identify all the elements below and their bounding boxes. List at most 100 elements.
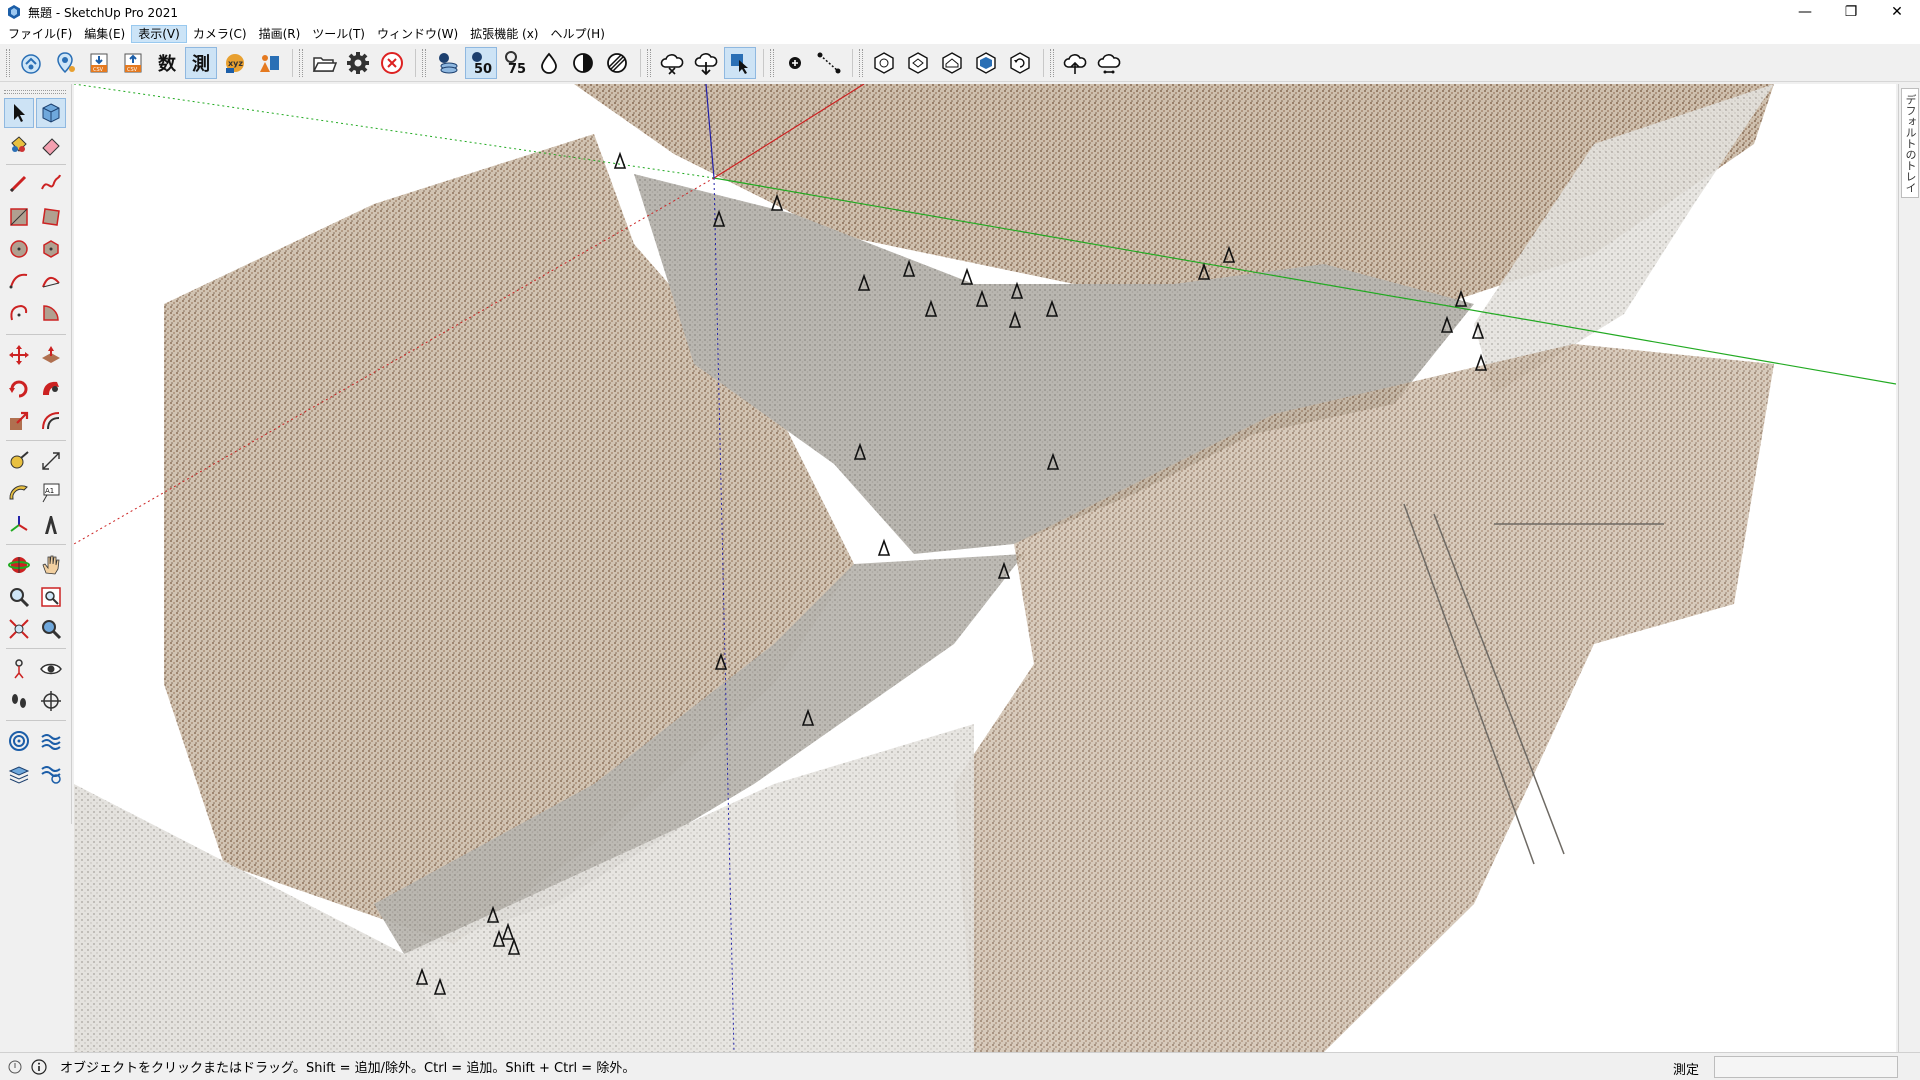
csv-export-icon[interactable]: CSV (117, 47, 149, 79)
cloud-select-icon[interactable] (724, 46, 756, 79)
status-bar: オブジェクトをクリックまたはドラッグ。Shift = 追加/除外。Ctrl = … (0, 1052, 1920, 1080)
toolbar-grip[interactable] (1050, 48, 1054, 77)
select-arrow-icon[interactable] (4, 98, 34, 128)
offset-icon[interactable] (36, 406, 66, 436)
push-pull-icon[interactable] (36, 340, 66, 370)
three-point-arc-icon[interactable] (4, 298, 34, 328)
previous-view-icon[interactable] (36, 614, 66, 644)
default-tray-tab[interactable]: デフォルトのトレイ (1901, 88, 1919, 198)
palette-grip[interactable] (4, 90, 66, 94)
zoom-icon[interactable] (4, 582, 34, 612)
toolbar-grip[interactable] (422, 48, 426, 77)
view-rotate-icon[interactable] (1004, 47, 1036, 79)
zoom-window-icon[interactable] (36, 582, 66, 612)
axes-icon[interactable] (4, 510, 34, 540)
rotate-icon[interactable] (4, 374, 34, 404)
half-circle-icon[interactable] (567, 47, 599, 79)
tape-measure-icon[interactable] (4, 446, 34, 476)
cloud-download-icon[interactable] (690, 47, 722, 79)
two-point-arc-icon[interactable] (36, 266, 66, 296)
open-folder-icon[interactable] (308, 47, 340, 79)
toolbar-separator (640, 48, 641, 77)
csv-import-icon[interactable]: CSV (83, 47, 115, 79)
menu-camera[interactable]: カメラ(C) (187, 25, 253, 43)
drop-icon[interactable] (533, 47, 565, 79)
paint-bucket-icon[interactable] (4, 130, 34, 160)
position-camera-icon[interactable] (4, 654, 34, 684)
cancel-circle-icon[interactable] (376, 47, 408, 79)
toolbar-separator (852, 48, 853, 77)
pie-icon[interactable] (36, 298, 66, 328)
close-button[interactable]: ✕ (1874, 0, 1920, 24)
person-chart-icon[interactable] (253, 47, 285, 79)
freehand-icon[interactable] (36, 168, 66, 198)
view-iso-2-icon[interactable] (902, 47, 934, 79)
hatched-circle-icon[interactable] (601, 47, 633, 79)
sandbox-from-scratch-icon[interactable] (36, 726, 66, 756)
point-cloud-scene[interactable] (74, 84, 1896, 1052)
dimension-icon[interactable] (36, 446, 66, 476)
restore-button[interactable]: ❐ (1828, 0, 1874, 24)
menu-window[interactable]: ウィンドウ(W) (371, 25, 464, 43)
menu-file[interactable]: ファイル(F) (2, 25, 78, 43)
make-component-icon[interactable] (36, 98, 66, 128)
xyz-icon[interactable]: xyz (219, 47, 251, 79)
rotated-rectangle-icon[interactable] (36, 202, 66, 232)
georeference-icon[interactable] (6, 1058, 24, 1076)
eraser-icon[interactable] (36, 130, 66, 160)
cloud-sync-icon[interactable] (1093, 47, 1125, 79)
density-75-icon[interactable]: 75 (499, 47, 531, 79)
cloud-cut-icon[interactable] (656, 47, 688, 79)
toolbar-grip[interactable] (6, 48, 10, 77)
zoom-extents-icon[interactable] (4, 614, 34, 644)
toolbar-grip[interactable] (859, 48, 863, 77)
model-viewport[interactable] (74, 84, 1896, 1052)
view-front-icon[interactable] (970, 47, 1002, 79)
look-around-icon[interactable] (36, 654, 66, 684)
text-label-icon[interactable]: A1 (36, 478, 66, 508)
cloud-upload-icon[interactable] (1059, 47, 1091, 79)
measure-icon[interactable]: 測 (185, 46, 217, 79)
menu-edit[interactable]: 編集(E) (78, 25, 131, 43)
move-icon[interactable] (4, 340, 34, 370)
protractor-icon[interactable] (4, 478, 34, 508)
line-points-icon[interactable] (813, 47, 845, 79)
pan-hand-icon[interactable] (36, 550, 66, 580)
polygon-icon[interactable] (36, 234, 66, 264)
menu-extensions[interactable]: 拡張機能 (x) (464, 25, 544, 43)
walk-icon[interactable] (4, 686, 34, 716)
menu-draw[interactable]: 描画(R) (253, 25, 307, 43)
view-top-icon[interactable] (936, 47, 968, 79)
sandbox-from-contours-icon[interactable] (4, 726, 34, 756)
circle-icon[interactable] (4, 234, 34, 264)
palette-separator (6, 334, 66, 335)
rectangle-icon[interactable] (4, 202, 34, 232)
point-add-icon[interactable] (779, 47, 811, 79)
section-plane-icon[interactable] (36, 686, 66, 716)
pencil-line-icon[interactable] (4, 168, 34, 198)
view-iso-1-icon[interactable] (868, 47, 900, 79)
layers-scan-icon[interactable] (431, 47, 463, 79)
menu-help[interactable]: ヘルプ(H) (544, 25, 610, 43)
arc-icon[interactable] (4, 266, 34, 296)
density-50-icon[interactable]: 50 (465, 46, 497, 79)
toolbar-grip[interactable] (299, 48, 303, 77)
scale-icon[interactable] (4, 406, 34, 436)
stamp-icon[interactable] (36, 758, 66, 788)
smoove-icon[interactable] (4, 758, 34, 788)
count-icon[interactable]: 数 (151, 47, 183, 79)
minimize-button[interactable]: — (1782, 0, 1828, 24)
toolbar-grip[interactable] (647, 48, 651, 77)
orbit-icon[interactable] (4, 550, 34, 580)
toolbar-grip[interactable] (770, 48, 774, 77)
follow-me-icon[interactable] (36, 374, 66, 404)
menu-tools[interactable]: ツール(T) (306, 25, 371, 43)
point-pin-icon[interactable] (49, 47, 81, 79)
measurements-input[interactable] (1714, 1056, 1898, 1078)
toolbar-separator (415, 48, 416, 77)
menu-view[interactable]: 表示(V) (131, 25, 187, 43)
settings-gear-icon[interactable] (342, 47, 374, 79)
info-icon[interactable] (30, 1058, 48, 1076)
scan-import-icon[interactable] (15, 47, 47, 79)
3d-text-icon[interactable] (36, 510, 66, 540)
